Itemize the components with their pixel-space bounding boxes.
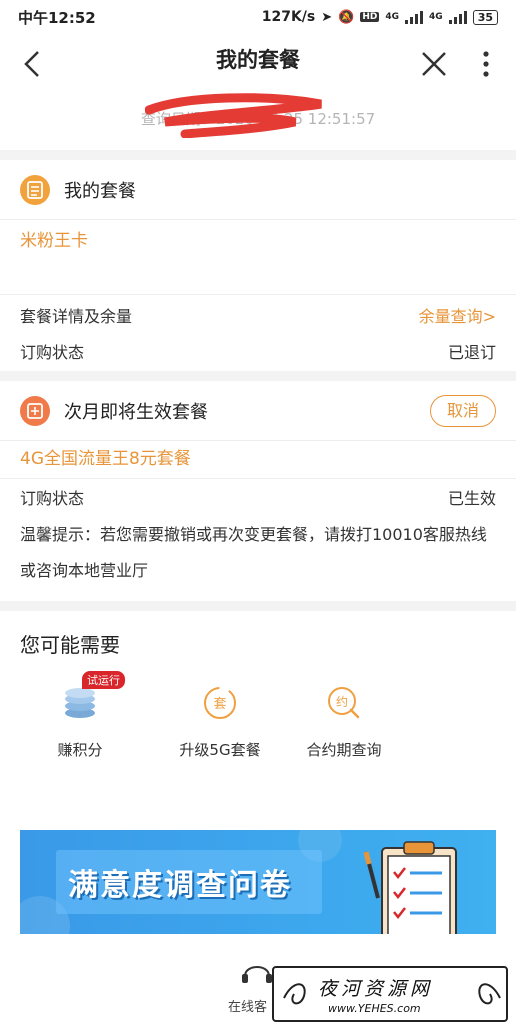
section-divider xyxy=(0,150,516,160)
signal-icon-2 xyxy=(448,10,467,24)
current-plan-name: 米粉王卡 xyxy=(0,220,516,295)
next-order-status-value: 已生效 xyxy=(447,489,496,508)
clipboard-icon xyxy=(363,841,457,934)
order-status-row: 订购状态 已退订 xyxy=(0,333,516,369)
earn-points-label: 赚积分 xyxy=(57,741,103,759)
next-plan-title: 次月即将生效套餐 xyxy=(64,401,208,423)
network-type-2: 4G xyxy=(429,12,443,22)
network-speed: 127K/s xyxy=(261,9,316,25)
status-indicators: 127K/s ➤ 🔕 HD 4G 4G 35 xyxy=(262,9,498,25)
balance-query-link[interactable]: 余量查询> xyxy=(419,303,496,327)
plan-details-row: 套餐详情及余量 余量查询> xyxy=(0,297,516,333)
next-plan-header: 次月即将生效套餐 取消 xyxy=(0,381,516,441)
svg-text:套: 套 xyxy=(213,696,226,712)
status-time: 中午12:52 xyxy=(18,8,96,27)
upgrade-5g-label: 升级5G套餐 xyxy=(179,741,261,759)
contract-query-item[interactable]: 约 合约期查询 xyxy=(284,681,404,760)
warm-tip: 温馨提示：若您需要撤销或再次变更套餐，请拨打10010客服热线或咨询本地营业厅 xyxy=(20,525,487,580)
next-order-status-label: 订购状态 xyxy=(20,489,85,508)
my-plan-title: 我的套餐 xyxy=(64,180,136,202)
plan-details-label: 套餐详情及余量 xyxy=(20,307,133,326)
hd-icon: HD xyxy=(360,12,380,22)
next-order-status-row: 订购状态 已生效 xyxy=(0,479,516,515)
signal-icon xyxy=(405,10,424,24)
trial-badge: 试运行 xyxy=(82,671,125,689)
you-may-need-section: 您可能需要 试运行 赚积分 套 升级5G套餐 约 合约期查询 xyxy=(0,611,516,760)
close-icon[interactable] xyxy=(418,48,450,80)
order-status-value: 已退订 xyxy=(447,343,496,362)
customer-service-icon[interactable] xyxy=(240,958,274,988)
status-bar: 中午12:52 127K/s ➤ 🔕 HD 4G 4G 35 xyxy=(0,0,516,34)
section-divider xyxy=(0,371,516,381)
online-service-label[interactable]: 在线客 xyxy=(228,996,267,1015)
cancel-button[interactable]: 取消 xyxy=(430,395,496,427)
location-icon: ➤ xyxy=(321,9,333,25)
network-type-1: 4G xyxy=(385,12,400,22)
section-divider xyxy=(0,601,516,611)
svg-text:约: 约 xyxy=(336,694,348,709)
next-plan-icon xyxy=(20,395,50,426)
next-plan-name: 4G全国流量王8元套餐 xyxy=(0,441,516,479)
order-status-label: 订购状态 xyxy=(20,343,85,362)
my-plan-header: 我的套餐 xyxy=(0,160,516,220)
you-may-need-title: 您可能需要 xyxy=(20,633,120,657)
plan-document-icon xyxy=(20,174,50,205)
contract-query-label: 合约期查询 xyxy=(306,741,382,759)
watermark-url: www.YEHES.com xyxy=(328,1002,421,1015)
nav-bar: 我的套餐 xyxy=(0,34,516,138)
quick-links: 试运行 赚积分 套 升级5G套餐 约 合约期查询 xyxy=(20,671,496,760)
mute-bell-icon: 🔕 xyxy=(338,9,355,25)
battery-icon: 35 xyxy=(472,9,498,25)
watermark-title: 夜河资源网 xyxy=(318,978,434,1000)
more-options-icon[interactable] xyxy=(474,48,498,80)
redaction-scribble xyxy=(145,93,322,138)
contract-search-icon: 约 xyxy=(322,681,366,725)
survey-banner[interactable]: 满意度调查问卷 xyxy=(20,830,496,934)
upgrade-5g-item[interactable]: 套 升级5G套餐 xyxy=(160,681,280,760)
upgrade-plan-icon: 套 xyxy=(198,681,242,725)
watermark: 夜河资源网 www.YEHES.com xyxy=(272,966,508,1022)
earn-points-item[interactable]: 试运行 赚积分 xyxy=(20,671,140,760)
banner-text: 满意度调查问卷 xyxy=(68,868,292,903)
